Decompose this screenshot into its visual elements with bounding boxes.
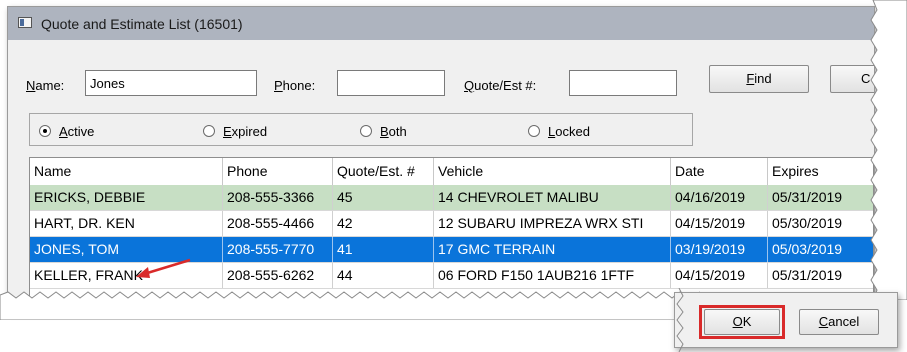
window-icon [18, 17, 32, 28]
radio-expired-rest: xpired [231, 124, 268, 139]
radio-expired-dot [203, 125, 215, 137]
find-button[interactable]: Find [709, 65, 809, 93]
cell-phone: 208-555-3366 [223, 185, 333, 210]
ok-button-accel: O [732, 314, 743, 329]
dialog-footer: OK Cancel [674, 292, 898, 348]
cell-name: HART, DR. KEN [30, 211, 223, 236]
cancel-button-rest: ancel [828, 314, 860, 329]
cell-date: 04/16/2019 [671, 185, 768, 210]
col-header-quote[interactable]: Quote/Est. # [333, 158, 434, 185]
radio-locked[interactable]: Locked [528, 124, 590, 140]
phone-label-rest: hone: [282, 78, 316, 93]
ok-button-rest: K [742, 314, 752, 329]
status-filter-group: Active Expired Both Locked [29, 113, 693, 146]
col-header-date[interactable]: Date [671, 158, 768, 185]
cell-vehicle: 12 SUBARU IMPREZA WRX STI [434, 211, 671, 236]
radio-active-accel: A [59, 124, 68, 139]
cell-vehicle: 14 CHEVROLET MALIBU [434, 185, 671, 210]
cell-expires: 05/31/2019 [768, 185, 873, 210]
radio-locked-dot [528, 125, 540, 137]
cell-date: 03/19/2019 [671, 237, 768, 262]
cell-date: 04/15/2019 [671, 211, 768, 236]
torn-edge-bottom [0, 291, 700, 320]
phone-label: Phone: [274, 78, 315, 93]
cell-expires: 05/30/2019 [768, 211, 873, 236]
radio-active[interactable]: Active [39, 124, 94, 140]
quote-est-input[interactable] [569, 70, 677, 96]
radio-both-accel: B [380, 124, 389, 139]
table-header: Name Phone Quote/Est. # Vehicle Date Exp… [30, 158, 873, 186]
cell-quote: 45 [333, 185, 434, 210]
cell-quote: 41 [333, 237, 434, 262]
torn-edge-footer-left [676, 288, 684, 352]
quote-est-label-rest: uote/Est #: [474, 78, 537, 93]
torn-edge-right [870, 0, 907, 300]
radio-both-dot [360, 125, 372, 137]
radio-both[interactable]: Both [360, 124, 407, 140]
radio-both-rest: oth [388, 124, 407, 139]
cancel-button-accel: C [818, 314, 829, 329]
radio-locked-rest: ocked [555, 124, 590, 139]
name-label: Name: [26, 78, 64, 93]
table-row[interactable]: ERICKS, DEBBIE 208-555-3366 45 14 CHEVRO… [30, 185, 873, 211]
radio-expired-accel: E [223, 124, 232, 139]
cell-expires: 05/03/2019 [768, 237, 873, 262]
window-title: Quote and Estimate List (16501) [41, 16, 243, 32]
radio-expired[interactable]: Expired [203, 124, 267, 140]
radio-active-dot [39, 125, 51, 137]
radio-active-rest: ctive [67, 124, 95, 139]
table-row[interactable]: HART, DR. KEN 208-555-4466 42 12 SUBARU … [30, 211, 873, 237]
col-header-phone[interactable]: Phone [223, 158, 333, 185]
cell-name: ERICKS, DEBBIE [30, 185, 223, 210]
col-header-expires[interactable]: Expires [768, 158, 873, 185]
find-button-rest: ind [754, 71, 772, 86]
cell-vehicle: 17 GMC TERRAIN [434, 237, 671, 262]
col-header-name[interactable]: Name [30, 158, 223, 185]
cell-expires: 05/31/2019 [768, 263, 873, 288]
cell-phone: 208-555-7770 [223, 237, 333, 262]
cancel-button[interactable]: Cancel [799, 309, 879, 335]
cell-quote: 42 [333, 211, 434, 236]
quote-est-label: Quote/Est #: [464, 78, 536, 93]
name-label-rest: ame: [35, 78, 65, 93]
phone-input[interactable] [337, 70, 445, 96]
phone-label-accel: P [274, 78, 283, 93]
cell-phone: 208-555-4466 [223, 211, 333, 236]
col-header-vehicle[interactable]: Vehicle [434, 158, 671, 185]
ok-button[interactable]: OK [704, 309, 780, 335]
annotation-arrow-icon [136, 258, 191, 278]
name-input[interactable] [85, 70, 257, 96]
quote-est-label-accel: Q [464, 78, 475, 93]
title-bar: Quote and Estimate List (16501) [8, 7, 874, 40]
name-label-accel: N [26, 78, 36, 93]
